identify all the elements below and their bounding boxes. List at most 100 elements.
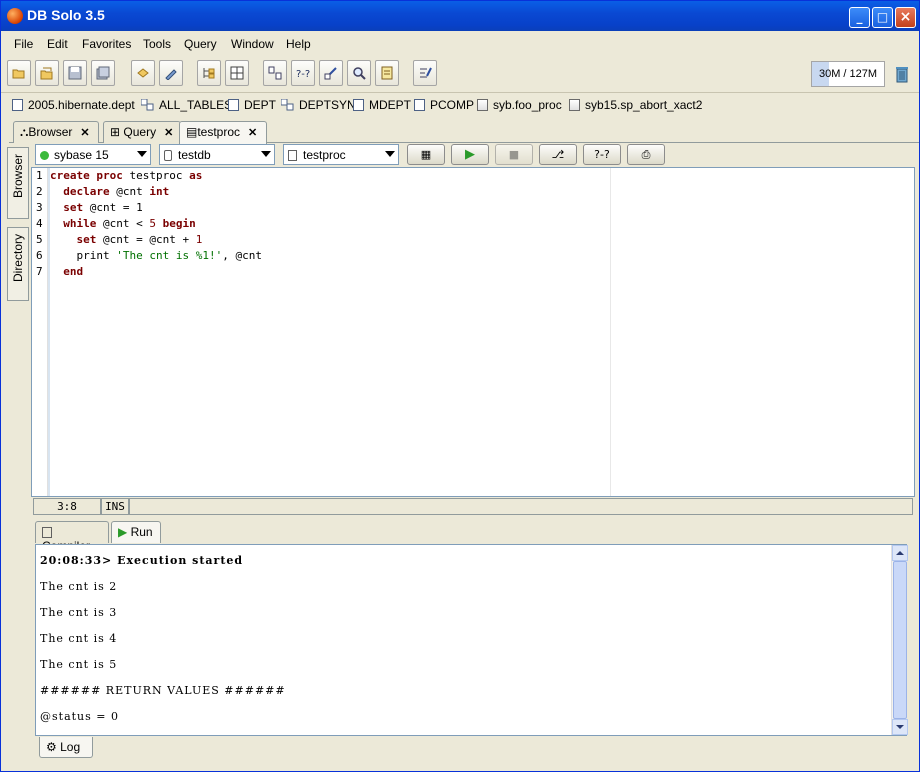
preferences-button[interactable] [413,60,437,86]
tab-testproc[interactable]: ▤testproc ✕ [179,121,267,144]
menu-bar: File Edit Favorites Tools Query Window H… [1,31,919,57]
tab-run[interactable]: ▶ Run [111,521,161,543]
server-select[interactable]: sybase 15 [35,144,151,165]
procedure-icon: ▤ [186,125,198,139]
window-title: DB Solo 3.5 [27,7,105,23]
open-recent-button[interactable] [35,60,59,86]
synonym-icon [141,99,154,111]
output-tabs: Compiler ▶ Run [31,519,915,553]
menu-help[interactable]: Help [286,37,311,51]
favorite-item[interactable]: syb.foo_proc [477,98,562,112]
favorite-item[interactable]: ALL_TABLES [141,98,232,112]
save-all-button[interactable] [91,60,115,86]
procedure-icon [288,150,297,161]
code-editor[interactable]: 1 2 3 4 5 6 7 create proc testproc as de… [31,167,915,497]
database-select[interactable]: testdb [159,144,275,165]
code-line: while @cnt < 5 begin [63,217,196,230]
scroll-up-icon[interactable] [892,545,908,561]
compile-button[interactable]: ▦ [407,144,445,165]
menu-edit[interactable]: Edit [47,37,68,51]
migrate-icon [324,67,337,80]
add-favorite-button[interactable] [131,60,155,86]
document-tabs: ⛬Browser ✕ ⊞ Query ✕ ▤testproc ✕ [9,119,919,144]
scroll-down-icon[interactable] [892,719,908,735]
favorites-bar: 2005.hibernate.dept ALL_TABLES DEPT DEPT… [1,92,919,116]
report-icon [381,66,393,80]
close-tab-icon[interactable]: ✕ [80,127,89,139]
stop-icon: ■ [508,148,520,161]
menu-file[interactable]: File [14,37,33,51]
output-line: ###### RETURN VALUES ###### [40,684,286,697]
minimize-button[interactable]: _ [849,7,870,28]
close-tab-icon[interactable]: ✕ [248,127,257,139]
output-console[interactable]: 20:08:33> Execution started The cnt is 2… [35,544,907,736]
editor-toolbar: sybase 15 testdb testproc ▦ ▶ ■ ⎇ ?-? ⎙ [31,143,915,167]
compiler-icon [42,527,52,538]
procedure-icon [569,99,580,111]
schema-compare-button[interactable] [263,60,287,86]
database-icon [164,150,172,161]
play-icon: ▶ [118,525,128,539]
menu-window[interactable]: Window [231,37,274,51]
table-icon [228,99,239,111]
query-button[interactable] [225,60,249,86]
output-line: 20:08:33> Execution started [40,554,244,567]
edit-favorites-icon [165,69,177,80]
grid-icon: ⊞ [110,125,121,139]
close-button[interactable]: × [895,7,916,28]
favorite-item[interactable]: DEPT [228,98,276,112]
favorite-item[interactable]: 2005.hibernate.dept [12,98,135,112]
migrate-button[interactable] [319,60,343,86]
browser-button[interactable] [197,60,221,86]
scroll-thumb[interactable] [893,561,907,719]
folder-stack-icon [40,67,53,80]
code-line: create proc testproc as [50,169,203,182]
format-button[interactable]: ⎇ [539,144,577,165]
code-content[interactable]: create proc testproc as declare @cnt int… [50,168,262,280]
sidebar-tab-browser[interactable]: Browser [7,147,29,219]
folder-open-icon [12,69,25,79]
memory-indicator[interactable]: 30M / 127M [811,61,885,87]
favorite-item[interactable]: PCOMP [414,98,474,112]
edit-favorites-button[interactable] [159,60,183,86]
menu-tools[interactable]: Tools [143,37,171,51]
favorite-item[interactable]: syb15.sp_abort_xact2 [569,98,702,112]
table-icon [12,99,23,111]
grid-icon [230,66,244,80]
cursor-position: 3:8 [33,498,101,515]
menu-favorites[interactable]: Favorites [82,37,131,51]
tab-log[interactable]: ⚙ Log [39,737,93,758]
tab-browser[interactable]: ⛬Browser ✕ [13,121,99,143]
table-icon [353,99,364,111]
save-button[interactable] [63,60,87,86]
report-button[interactable] [375,60,399,86]
close-tab-icon[interactable]: ✕ [164,127,173,139]
garbage-collect-icon[interactable] [895,65,909,83]
object-select[interactable]: testproc [283,144,399,165]
procedure-icon [477,99,488,111]
tab-compiler[interactable]: Compiler [35,521,109,553]
menu-query[interactable]: Query [184,37,217,51]
log-icon: ⚙ [46,740,57,754]
print-button[interactable]: ⎙ [627,144,665,165]
output-line: The cnt is 2 [40,580,118,593]
output-line: The cnt is 5 [40,658,118,671]
favorite-item[interactable]: MDEPT [353,98,411,112]
data-compare-button[interactable]: ?-? [291,60,315,86]
stop-button[interactable]: ■ [495,144,533,165]
sidebar-tab-directory[interactable]: Directory [7,227,29,301]
output-scrollbar[interactable] [891,545,908,735]
open-button[interactable] [7,60,31,86]
run-button[interactable]: ▶ [451,144,489,165]
search-icon [353,67,366,80]
play-icon: ▶ [465,147,475,162]
maximize-button[interactable]: □ [872,7,893,28]
insert-mode: INS [101,498,129,515]
favorite-item[interactable]: DEPTSYN [281,98,356,112]
status-message [129,498,913,515]
synonym-icon [281,99,294,111]
compare-button[interactable]: ?-? [583,144,621,165]
search-button[interactable] [347,60,371,86]
tab-query[interactable]: ⊞ Query ✕ [103,121,181,143]
app-logo-icon [7,8,23,24]
